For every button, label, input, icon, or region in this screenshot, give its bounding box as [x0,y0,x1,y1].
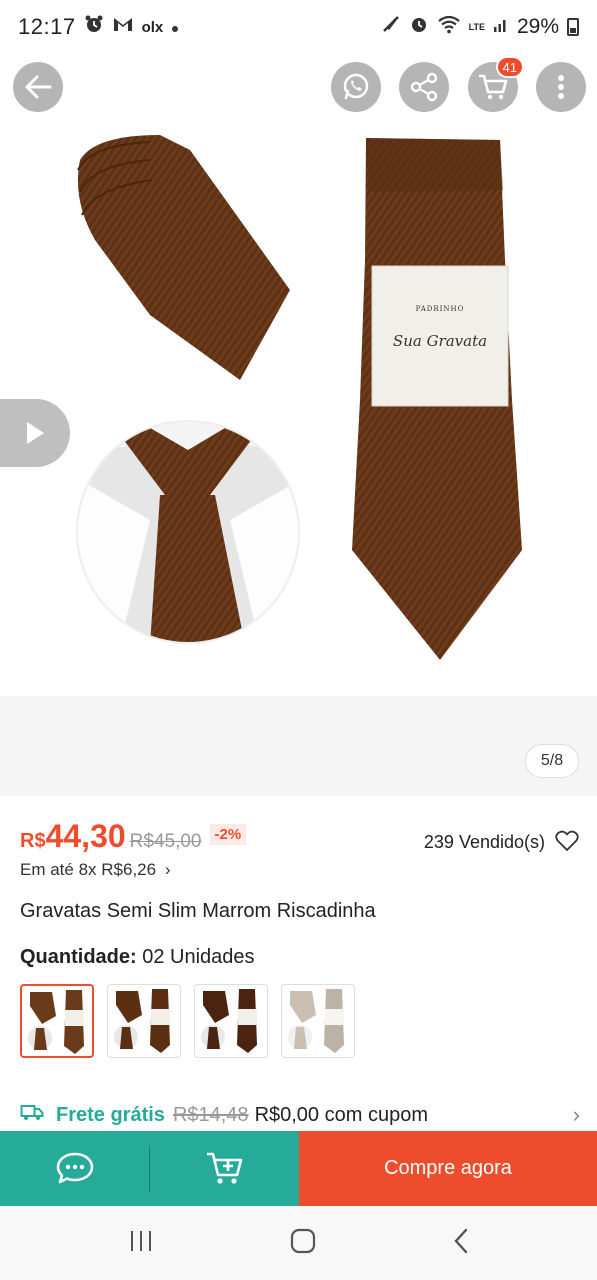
share-button[interactable] [399,62,449,112]
share-icon [410,72,438,102]
quantity-line: Quantidade: 02 Unidades [20,946,255,969]
price-current: 44,30 [45,818,126,854]
olx-notification-icon: olx [141,18,164,36]
shipping-old-price: R$14,48 [172,1103,249,1126]
free-shipping-label: Frete grátis [56,1103,165,1126]
wifi-icon [437,14,461,40]
alarm-icon [84,14,104,40]
dot-icon [171,15,179,39]
lte-label: LTE [468,21,485,32]
more-options-button[interactable] [536,62,586,112]
whatsapp-share-button[interactable] [331,62,381,112]
back-button[interactable] [13,62,63,112]
status-left: 12:17 olx [18,14,179,40]
variant-option-chocolate[interactable] [194,984,268,1058]
more-vertical-icon [558,75,564,99]
bottom-left-actions [0,1131,299,1206]
price-currency: R$ [20,830,46,852]
product-image [76,135,522,660]
no-disturb-icon [381,14,401,40]
buy-now-button[interactable]: Compre agora [299,1131,597,1206]
home-icon [290,1228,315,1253]
add-to-cart-icon [206,1152,242,1184]
discount-badge: -2% [209,824,247,845]
variant-thumbnail [288,989,344,1053]
cart-button[interactable]: 41 [468,56,524,112]
shipping-row[interactable]: Frete grátis R$14,48 R$0,00 com cupom › [20,1102,580,1128]
recent-apps-button[interactable] [128,1229,154,1258]
arrow-left-icon [25,75,52,99]
whatsapp-icon [343,73,369,100]
variant-option-brown[interactable] [20,984,94,1058]
band-brand: PADRINHO [415,305,465,313]
installments-link[interactable]: Em até 8x R$6,26 › [20,860,170,880]
chevron-right-icon: › [572,1102,580,1127]
variant-option-beige[interactable] [281,984,355,1058]
status-time: 12:17 [18,14,76,39]
gmail-icon [112,15,134,39]
favorite-heart-icon[interactable] [555,830,579,857]
signal-icon [493,15,509,39]
play-icon [27,422,44,444]
bottom-action-bar: Compre agora [0,1131,597,1206]
video-play-button[interactable] [0,399,70,467]
variant-thumbnail [114,989,170,1053]
status-right: LTE 29% [381,14,579,40]
status-bar: 12:17 olx LTE 29% [0,0,597,54]
variant-selector [20,984,355,1058]
recent-apps-icon [130,1230,151,1251]
shipping-coupon-text: R$0,00 com cupom [254,1103,428,1126]
price-row: R$ 44,30 R$45,00 -2% [20,818,247,855]
cart-badge: 41 [495,56,524,78]
variant-thumbnail [28,990,84,1054]
installments-text: Em até 8x R$6,26 [20,860,157,879]
variant-option-dark-brown[interactable] [107,984,181,1058]
truck-icon [20,1103,44,1127]
quantity-label: Quantidade: [20,946,137,968]
quantity-value: 02 Unidades [142,946,255,968]
battery-percent: 29% [516,15,559,38]
gallery-footer: 5/8 [0,696,597,796]
battery-icon [567,18,579,36]
home-button[interactable] [289,1227,317,1260]
variant-thumbnail [201,989,257,1053]
product-title: Gravatas Semi Slim Marrom Riscadinha [20,900,376,922]
chat-icon [56,1152,93,1183]
system-navigation-bar [0,1206,597,1280]
image-page-indicator: 5/8 [525,744,579,778]
system-back-icon [453,1228,467,1253]
alarm-status-icon [409,14,429,40]
chat-button[interactable] [0,1131,149,1206]
system-back-button[interactable] [452,1227,470,1260]
sold-count: 239 Vendido(s) [423,832,545,852]
product-image-gallery[interactable]: PADRINHO Sua Gravata [0,100,597,696]
chevron-right-icon: › [164,860,171,879]
band-script: Sua Gravata [392,332,488,350]
add-to-cart-button[interactable] [150,1131,299,1206]
price-original: R$45,00 [129,831,202,852]
